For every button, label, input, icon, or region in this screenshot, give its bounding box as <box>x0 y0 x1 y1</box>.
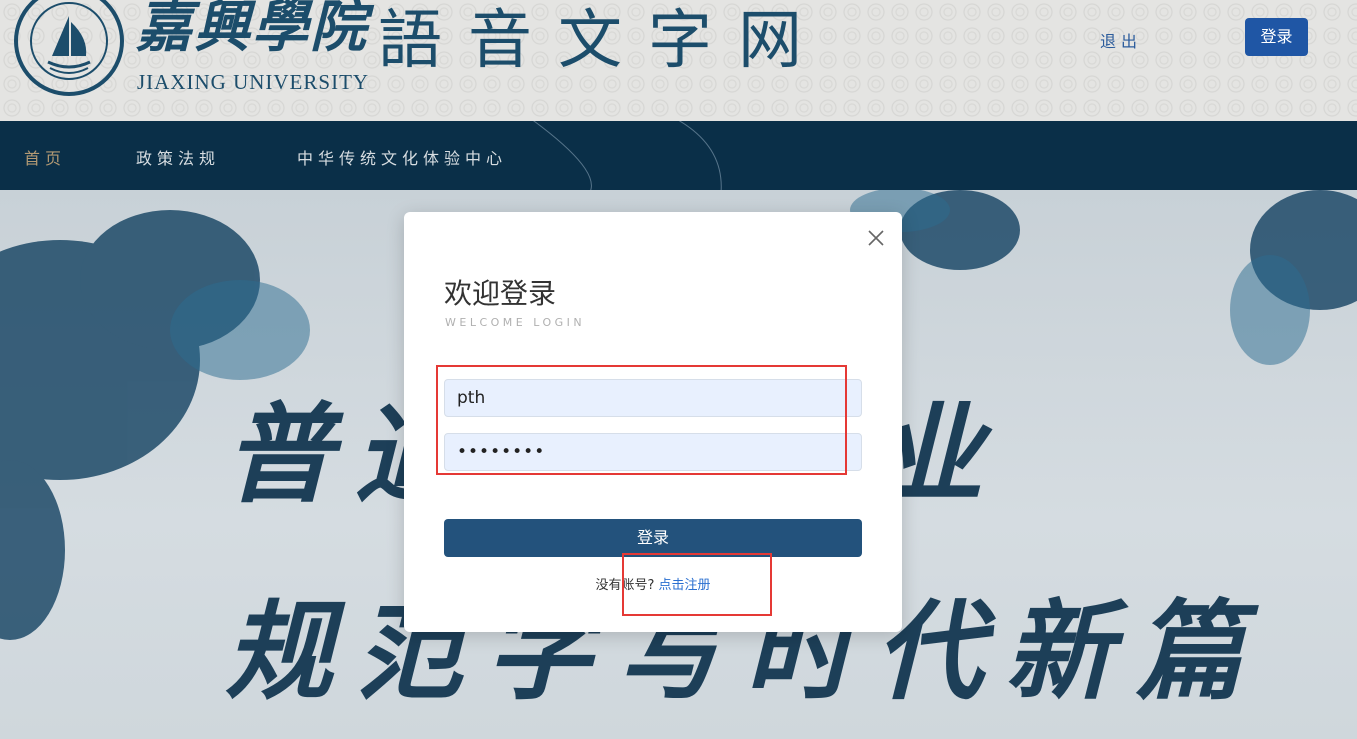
nav-item-culture-center[interactable]: 中华传统文化体验中心 <box>297 145 507 169</box>
site-header: 嘉興學院 JIAXING UNIVERSITY 語音文字网 退出 登录 <box>0 0 1357 121</box>
login-modal: 欢迎登录 WELCOME LOGIN 登录 没有账号? 点击注册 <box>404 212 902 632</box>
main-nav: 首页 政策法规 中华传统文化体验中心 <box>0 121 1357 190</box>
password-input[interactable] <box>444 433 862 471</box>
university-seal-logo <box>14 0 124 96</box>
university-name-chinese: 嘉興學院 <box>136 0 368 60</box>
logout-link[interactable]: 退出 <box>1100 28 1142 52</box>
modal-title: 欢迎登录 <box>444 277 557 310</box>
university-name-english: JIAXING UNIVERSITY <box>137 70 370 94</box>
header-login-button[interactable]: 登录 <box>1245 18 1308 56</box>
nav-item-policies[interactable]: 政策法规 <box>136 145 220 169</box>
username-input[interactable] <box>444 379 862 417</box>
login-submit-button[interactable]: 登录 <box>444 519 862 557</box>
site-title: 語音文字网 <box>378 4 828 78</box>
register-link[interactable]: 点击注册 <box>659 578 711 593</box>
close-icon[interactable] <box>866 228 886 248</box>
modal-subtitle: WELCOME LOGIN <box>445 316 586 329</box>
register-prompt: 没有账号? <box>595 578 655 593</box>
nav-item-home[interactable]: 首页 <box>24 145 66 169</box>
register-row: 没有账号? 点击注册 <box>404 574 902 593</box>
nav-decoration <box>533 121 722 190</box>
